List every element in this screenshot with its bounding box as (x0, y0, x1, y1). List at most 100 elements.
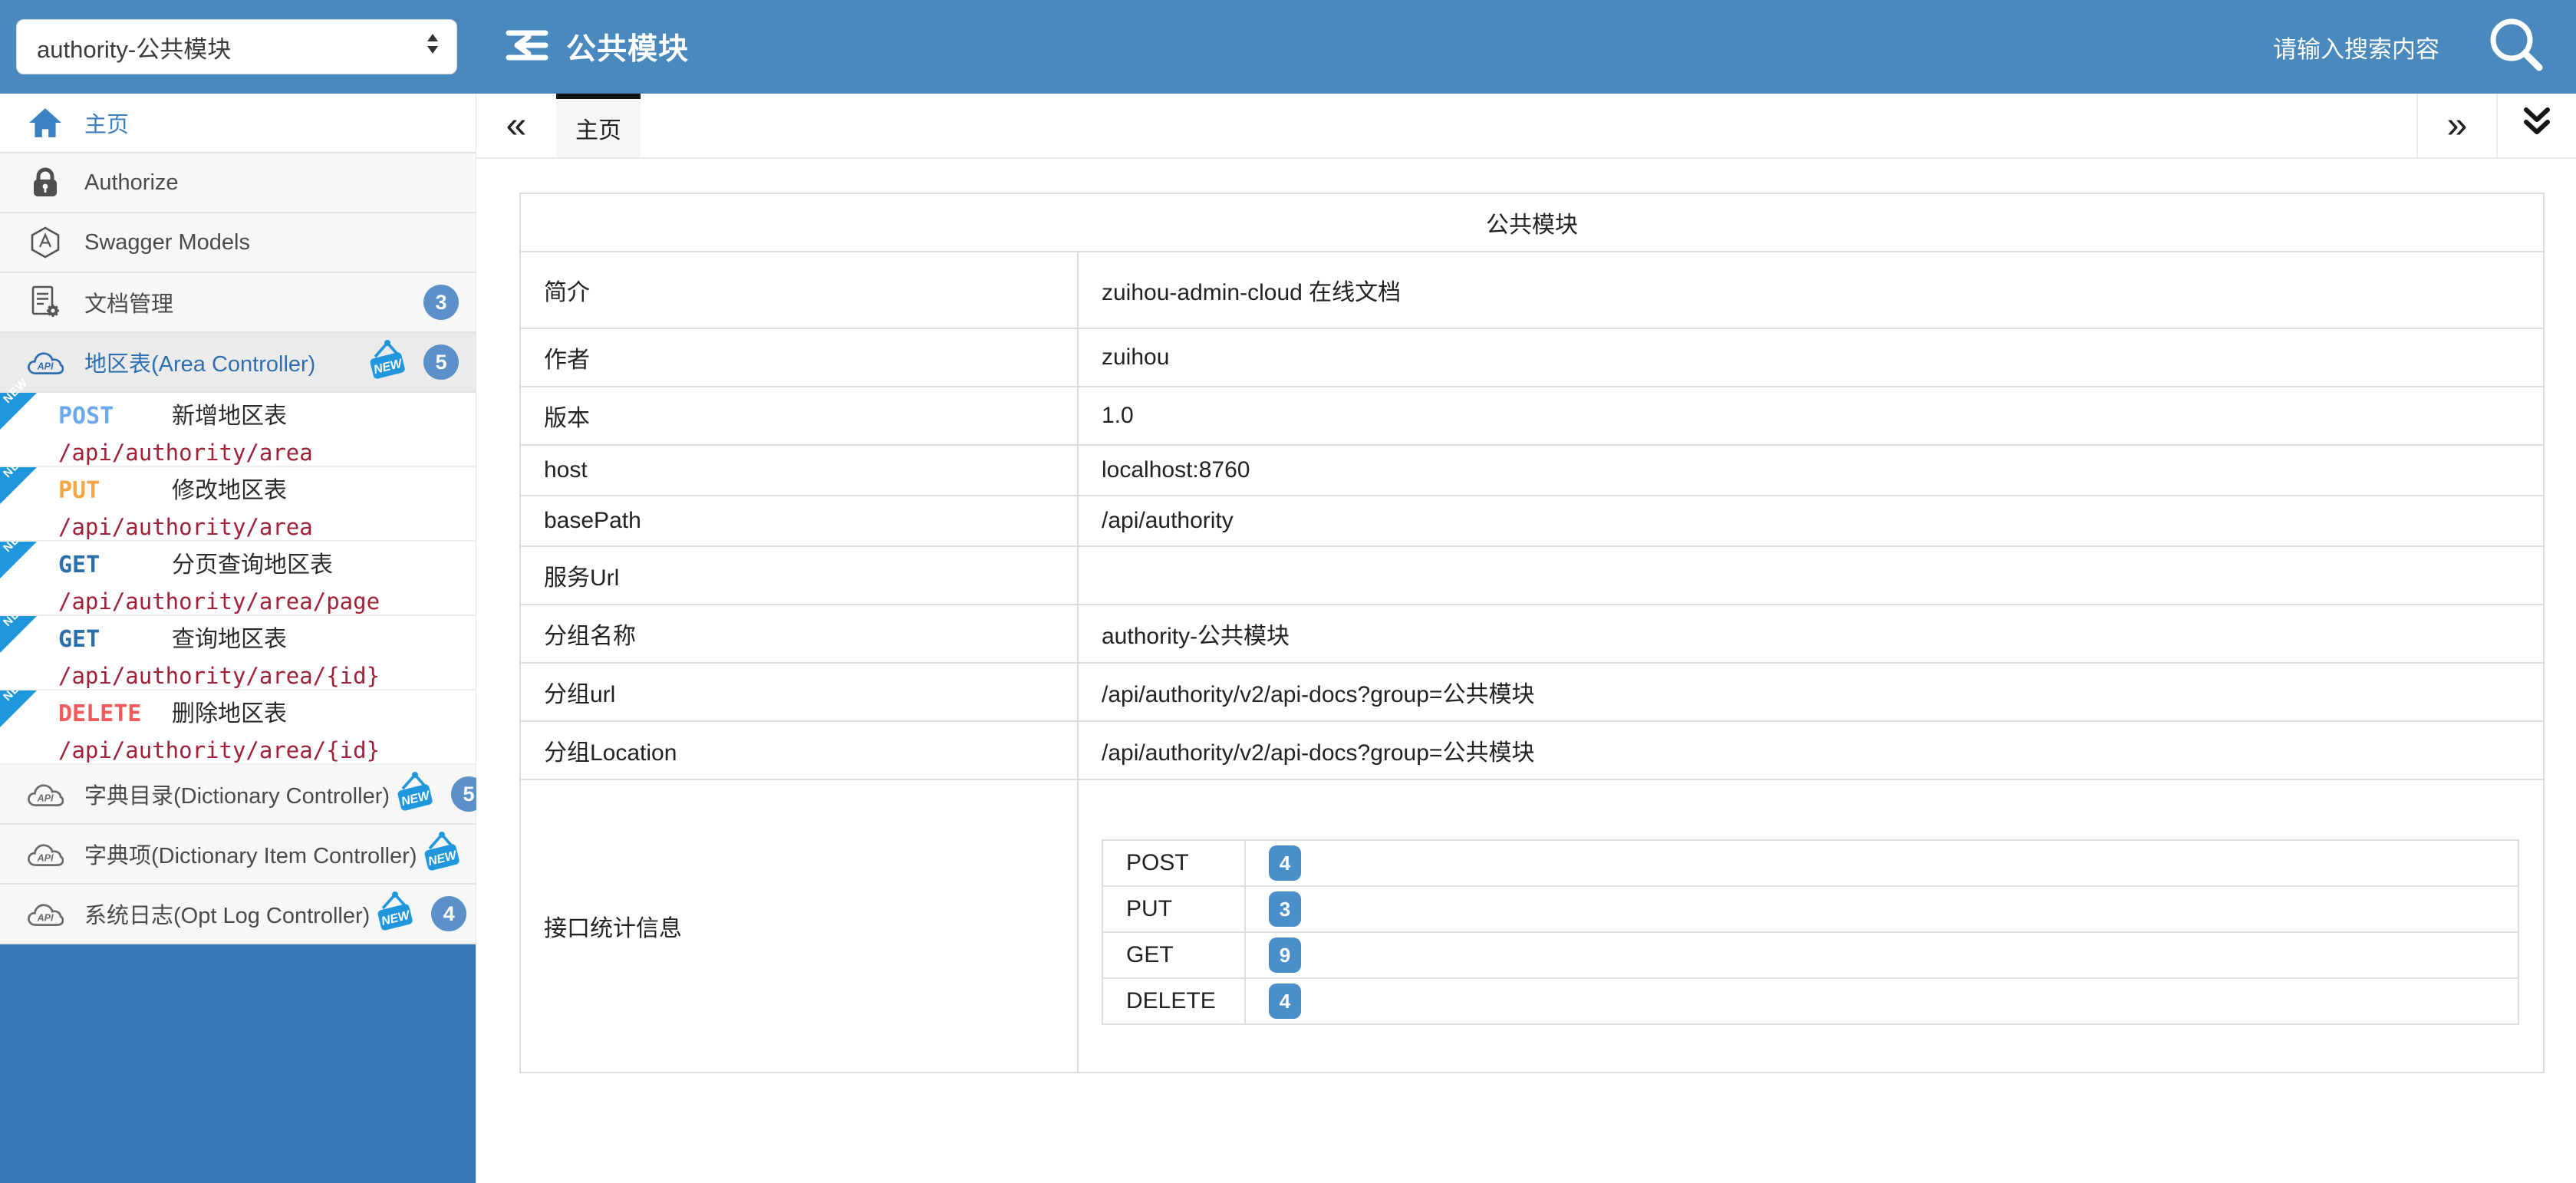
table-row: PUT 3 (1102, 886, 2518, 932)
api-item-post-area[interactable]: NEW POST 新增地区表 /api/authority/area (0, 393, 476, 467)
row-value: authority-公共模块 (1078, 605, 2544, 663)
module-info-table: 公共模块 简介 zuihou-admin-cloud 在线文档 作者 zuiho… (519, 193, 2545, 1073)
sidebar-item-swagger-models[interactable]: Swagger Models (0, 213, 476, 273)
row-value: 1.0 (1078, 387, 2544, 445)
lock-icon (26, 166, 64, 199)
group-select[interactable]: authority-公共模块 (16, 19, 457, 74)
stat-count-cell: 9 (1245, 932, 2518, 978)
search-button[interactable] (2484, 15, 2548, 79)
cloud-api-icon: API (26, 840, 64, 868)
sidebar-item-label: 文档管理 (84, 286, 173, 318)
sidebar-item-home[interactable]: 主页 (0, 94, 476, 153)
api-name: 修改地区表 (172, 471, 287, 505)
cloud-api-icon: API (26, 348, 64, 376)
table-row: 简介 zuihou-admin-cloud 在线文档 (520, 252, 2544, 328)
stat-count-badge: 3 (1269, 891, 1301, 927)
sidebar-item-authorize[interactable]: Authorize (0, 153, 476, 213)
new-corner-ribbon: NEW (0, 616, 37, 653)
double-chevron-left-icon: « (506, 104, 527, 147)
row-value (1078, 546, 2544, 605)
outdent-lines-icon (505, 27, 549, 68)
home-icon (26, 106, 64, 140)
stat-count-badge: 9 (1269, 938, 1301, 973)
new-sign-icon: NEW (417, 829, 467, 879)
double-chevron-down-icon (2518, 104, 2555, 147)
table-title: 公共模块 (520, 193, 2544, 252)
double-chevron-right-icon: » (2447, 104, 2468, 147)
search-icon (2485, 15, 2547, 80)
sidebar-item-doc-manage[interactable]: 文档管理 3 (0, 273, 476, 333)
api-name: 查询地区表 (172, 620, 287, 654)
row-label: host (520, 445, 1078, 496)
controller-count-badge: 4 (431, 896, 466, 931)
sidebar-item-label: 主页 (84, 107, 129, 139)
tabbar-spacer (641, 94, 2416, 157)
table-row: 作者 zuihou (520, 328, 2544, 387)
row-label: 分组url (520, 663, 1078, 721)
tabs-scroll-right-button[interactable]: » (2416, 94, 2496, 157)
sidebar-item-dictionary-controller[interactable]: API 字典目录(Dictionary Controller) NEW 5 (0, 765, 476, 825)
api-path: /api/authority/area/{id} (58, 663, 468, 689)
table-row: host localhost:8760 (520, 445, 2544, 496)
sidebar-item-label: Swagger Models (84, 230, 250, 255)
tabs-scroll-left-button[interactable]: « (476, 94, 556, 157)
table-row: 分组Location /api/authority/v2/api-docs?gr… (520, 721, 2544, 779)
tab-bar: « 主页 » (476, 94, 2576, 159)
table-row: GET 9 (1102, 932, 2518, 978)
http-method-label: DELETE (58, 700, 172, 727)
row-value: /api/authority/v2/api-docs?group=公共模块 (1078, 663, 2544, 721)
api-name: 删除地区表 (172, 694, 287, 728)
api-path: /api/authority/area (58, 514, 468, 540)
search-placeholder-text[interactable]: 请输入搜索内容 (2273, 30, 2439, 64)
table-row: 版本 1.0 (520, 387, 2544, 445)
cloud-api-icon: API (26, 780, 64, 808)
http-method-label: GET (58, 626, 172, 653)
api-name: 新增地区表 (172, 397, 287, 430)
api-path: /api/authority/area/page (58, 588, 468, 615)
row-label: basePath (520, 496, 1078, 546)
row-label: 版本 (520, 387, 1078, 445)
sidebar-item-area-controller[interactable]: API 地区表(Area Controller) NEW 5 (0, 333, 476, 393)
new-corner-ribbon: NEW (0, 542, 37, 578)
area-count-badge: 5 (423, 344, 459, 380)
doc-count-badge: 3 (423, 285, 459, 320)
sidebar-item-label: 系统日志(Opt Log Controller) (84, 898, 370, 930)
sidebar: 主页 Authorize Swagger Models (0, 94, 476, 1183)
api-item-delete-area-id[interactable]: NEW DELETE 删除地区表 /api/authority/area/{id… (0, 690, 476, 765)
select-arrows-icon (426, 32, 440, 61)
new-corner-ribbon: NEW (0, 690, 37, 727)
api-item-get-area-page[interactable]: NEW GET 分页查询地区表 /api/authority/area/page (0, 542, 476, 616)
api-name: 分页查询地区表 (172, 545, 333, 579)
table-row: 服务Url (520, 546, 2544, 605)
stat-count-badge: 4 (1269, 845, 1301, 881)
group-select-value: authority-公共模块 (37, 30, 231, 64)
api-item-put-area[interactable]: NEW PUT 修改地区表 /api/authority/area (0, 467, 476, 542)
sidebar-item-label: 字典目录(Dictionary Controller) (84, 778, 390, 810)
row-value: /api/authority/v2/api-docs?group=公共模块 (1078, 721, 2544, 779)
svg-text:API: API (37, 793, 54, 803)
table-row: POST 4 (1102, 840, 2518, 886)
sidebar-item-opt-log-controller[interactable]: API 系统日志(Opt Log Controller) NEW 4 (0, 885, 476, 944)
api-stats-table: POST 4 PUT 3 GET 9 (1102, 839, 2519, 1025)
table-row: basePath /api/authority (520, 496, 2544, 546)
sidebar-item-dictionary-item-controller[interactable]: API 字典项(Dictionary Item Controller) NEW … (0, 825, 476, 885)
document-gear-icon (26, 285, 64, 320)
http-method-label: GET (58, 552, 172, 578)
main-panel: « 主页 » 公共模块 简介 (476, 94, 2576, 1183)
row-value: zuihou-admin-cloud 在线文档 (1078, 252, 2544, 328)
api-path: /api/authority/area (58, 440, 468, 466)
tab-home[interactable]: 主页 (556, 94, 641, 157)
tabs-menu-button[interactable] (2496, 94, 2576, 157)
row-label: 接口统计信息 (520, 779, 1078, 1073)
sidebar-filler (0, 944, 476, 1183)
row-value: /api/authority (1078, 496, 2544, 546)
stat-method: DELETE (1102, 978, 1245, 1024)
row-value: POST 4 PUT 3 GET 9 (1078, 779, 2544, 1073)
svg-text:API: API (37, 361, 54, 371)
table-row: 分组名称 authority-公共模块 (520, 605, 2544, 663)
table-row: 接口统计信息 POST 4 PUT 3 (520, 779, 2544, 1073)
api-item-get-area-id[interactable]: NEW GET 查询地区表 /api/authority/area/{id} (0, 616, 476, 690)
table-row: 分组url /api/authority/v2/api-docs?group=公… (520, 663, 2544, 721)
row-value: zuihou (1078, 328, 2544, 387)
row-label: 简介 (520, 252, 1078, 328)
